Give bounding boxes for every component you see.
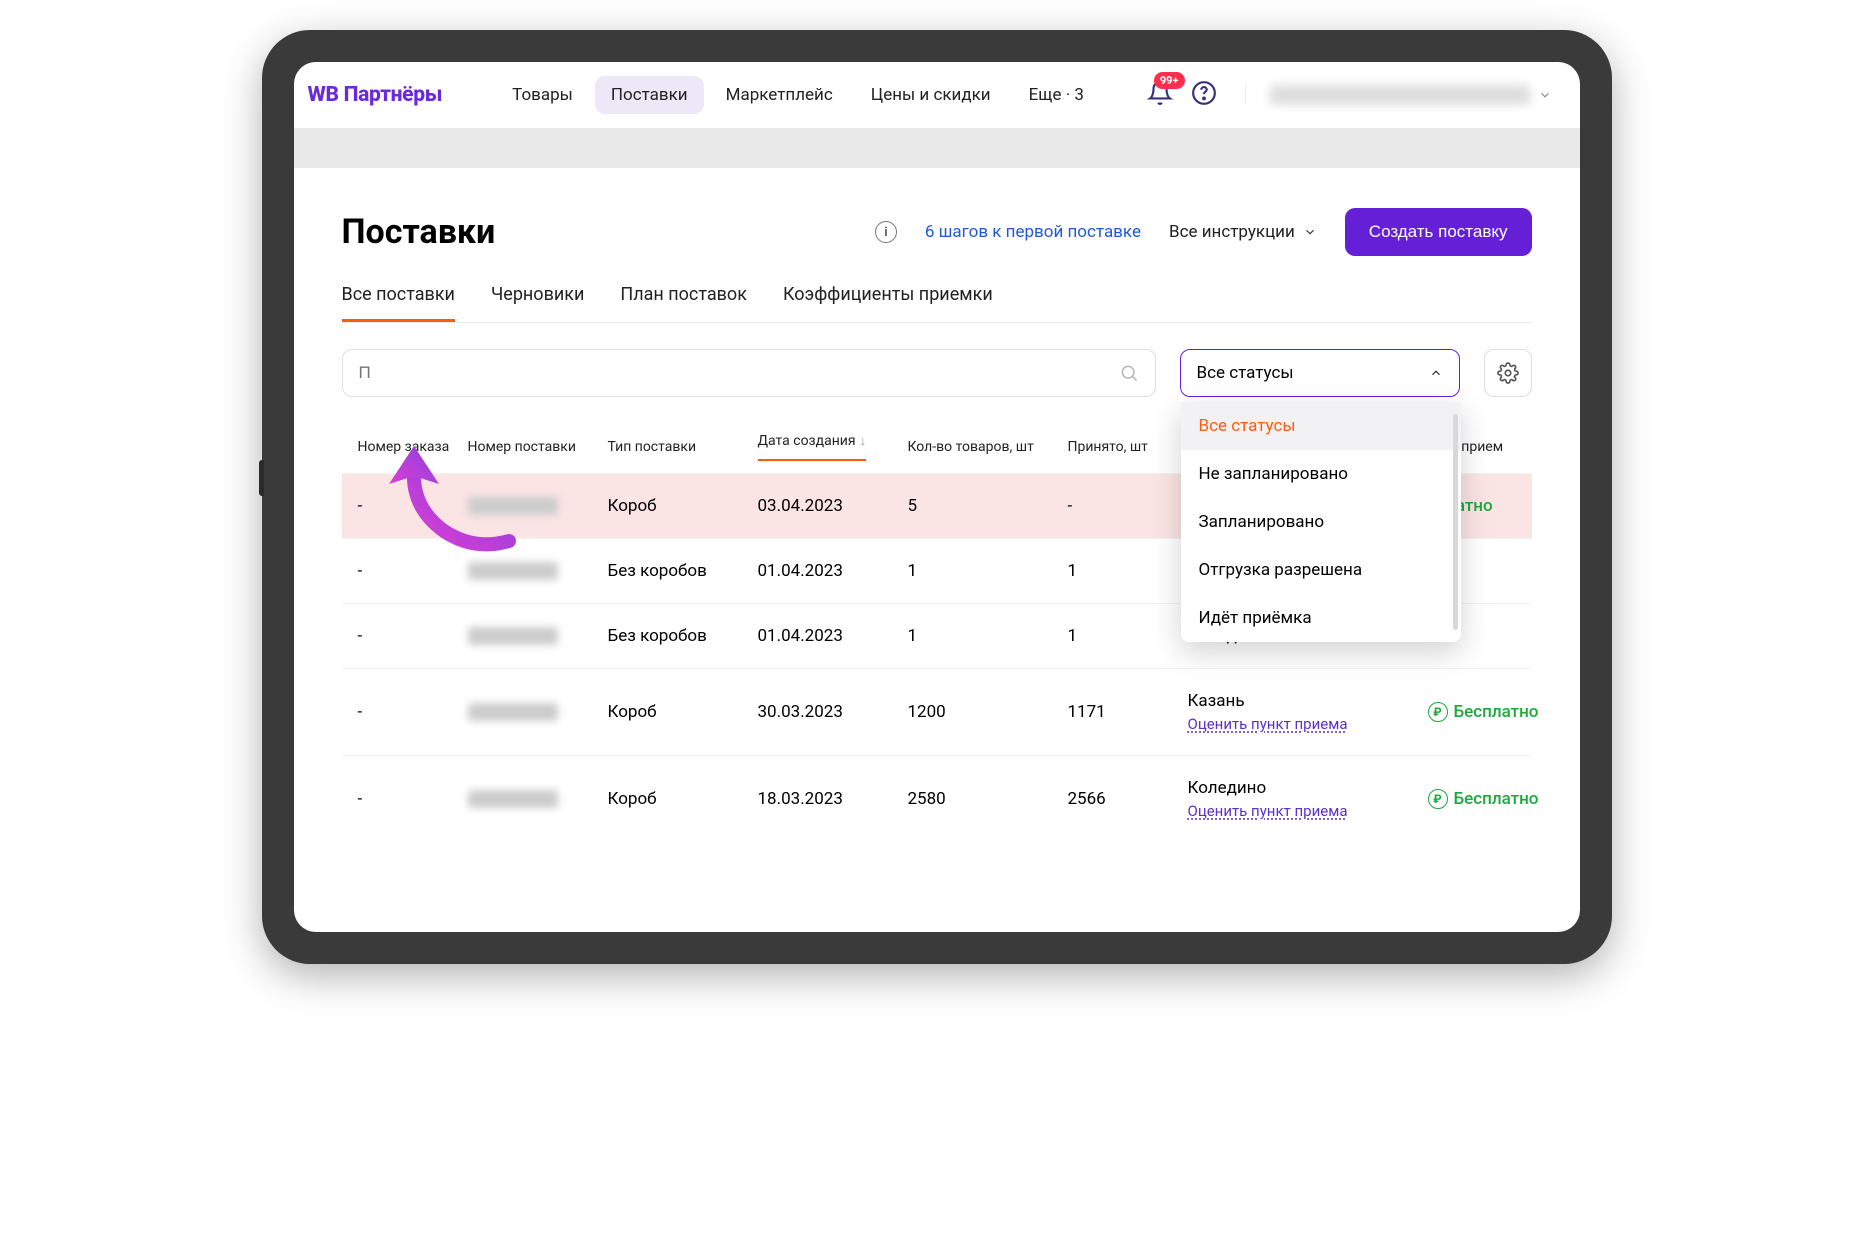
col-qty[interactable]: Кол-во товаров, шт xyxy=(908,433,1068,461)
col-supply-number[interactable]: Номер поставки xyxy=(468,433,608,461)
gear-icon xyxy=(1497,362,1519,384)
dd-option-receiving[interactable]: Идёт приёмка xyxy=(1181,594,1461,642)
col-created-date[interactable]: Дата создания ↓ xyxy=(758,433,867,461)
table-row[interactable]: - Короб 30.03.2023 1200 1171 Казань Оцен… xyxy=(342,668,1532,755)
cell-location: Коледино Оценить пункт приема xyxy=(1188,778,1428,820)
sort-arrow-down-icon: ↓ xyxy=(860,433,867,449)
dd-option-all[interactable]: Все статусы xyxy=(1181,402,1461,450)
cell-accepted: - xyxy=(1068,496,1188,516)
cell-coef: ₽ Бесплатно xyxy=(1428,789,1568,809)
dropdown-scrollbar[interactable] xyxy=(1453,414,1458,630)
user-menu[interactable] xyxy=(1245,85,1552,105)
tab-all-supplies[interactable]: Все поставки xyxy=(342,284,455,322)
cell-accepted: 1171 xyxy=(1068,702,1188,722)
notifications-badge: 99+ xyxy=(1154,72,1185,89)
rate-point-link[interactable]: Оценить пункт приема xyxy=(1188,715,1428,733)
notifications-button[interactable]: 99+ xyxy=(1147,80,1173,110)
cell-order: - xyxy=(358,789,468,809)
cell-order: - xyxy=(358,702,468,722)
cell-type: Короб xyxy=(608,702,758,722)
cell-qty: 5 xyxy=(908,496,1068,516)
col-accepted[interactable]: Принято, шт xyxy=(1068,433,1188,461)
nav-links: Товары Поставки Маркетплейс Цены и скидк… xyxy=(496,76,1100,114)
cell-qty: 1 xyxy=(908,561,1068,581)
nav-item-more[interactable]: Еще · 3 xyxy=(1013,76,1100,114)
ruble-icon: ₽ xyxy=(1428,789,1448,809)
col-order-number[interactable]: Номер заказа xyxy=(358,433,468,461)
cell-qty: 2580 xyxy=(908,789,1068,809)
dd-option-not-planned[interactable]: Не запланировано xyxy=(1181,450,1461,498)
cell-type: Короб xyxy=(608,496,758,516)
gray-strip xyxy=(294,128,1580,168)
cell-type: Без коробов xyxy=(608,626,758,646)
dd-option-planned[interactable]: Запланировано xyxy=(1181,498,1461,546)
cell-type: Без коробов xyxy=(608,561,758,581)
create-supply-button[interactable]: Создать поставку xyxy=(1345,208,1532,256)
app-screen: WB Партнёры Товары Поставки Маркетплейс … xyxy=(294,62,1580,932)
cell-accepted: 1 xyxy=(1068,561,1188,581)
search-input[interactable] xyxy=(359,363,1119,383)
cell-order: - xyxy=(358,496,468,516)
col-supply-type[interactable]: Тип поставки xyxy=(608,433,758,461)
cell-date: 30.03.2023 xyxy=(758,702,908,722)
tablet-frame: WB Партнёры Товары Поставки Маркетплейс … xyxy=(262,30,1612,964)
nav-item-marketplace[interactable]: Маркетплейс xyxy=(710,76,849,114)
cell-coef: ₽ Бесплатно xyxy=(1428,702,1568,722)
cell-date: 03.04.2023 xyxy=(758,496,908,516)
cell-supply-blurred xyxy=(468,627,558,645)
chevron-up-icon xyxy=(1429,366,1443,380)
instructions-link[interactable]: Все инструкции xyxy=(1169,222,1317,242)
help-icon xyxy=(1191,80,1217,106)
table-row[interactable]: - Короб 18.03.2023 2580 2566 Коледино Оц… xyxy=(342,755,1532,842)
cell-supply-blurred xyxy=(468,497,558,515)
cell-order: - xyxy=(358,626,468,646)
cell-qty: 1 xyxy=(908,626,1068,646)
logo: WB Партнёры xyxy=(308,83,443,107)
info-icon[interactable]: i xyxy=(875,221,897,243)
page-body: Поставки i 6 шагов к первой поставке Все… xyxy=(294,168,1580,842)
dd-option-allowed[interactable]: Отгрузка разрешена xyxy=(1181,546,1461,594)
rate-point-link[interactable]: Оценить пункт приема xyxy=(1188,802,1428,820)
nav-item-supplies[interactable]: Поставки xyxy=(595,76,704,114)
cell-date: 01.04.2023 xyxy=(758,561,908,581)
subtabs: Все поставки Черновики План поставок Коэ… xyxy=(342,284,1532,323)
ruble-icon: ₽ xyxy=(1428,702,1448,722)
page-title: Поставки xyxy=(342,212,496,252)
cell-type: Короб xyxy=(608,789,758,809)
cell-supply-blurred xyxy=(468,790,558,808)
cell-date: 18.03.2023 xyxy=(758,789,908,809)
tablet-side-button xyxy=(259,460,264,496)
controls-row: Все статусы Все статусы Не запланировано… xyxy=(342,349,1532,397)
nav-item-prices[interactable]: Цены и скидки xyxy=(855,76,1007,114)
top-nav: WB Партнёры Товары Поставки Маркетплейс … xyxy=(294,62,1580,128)
cell-order: - xyxy=(358,561,468,581)
tab-plan[interactable]: План поставок xyxy=(620,284,747,322)
cell-supply-blurred xyxy=(468,562,558,580)
instructions-label: Все инструкции xyxy=(1169,222,1295,242)
table-settings-button[interactable] xyxy=(1484,349,1532,397)
search-input-wrap[interactable] xyxy=(342,349,1156,397)
search-icon xyxy=(1119,363,1139,383)
cell-accepted: 2566 xyxy=(1068,789,1188,809)
cell-location: Казань Оценить пункт приема xyxy=(1188,691,1428,733)
tab-coefficients[interactable]: Коэффициенты приемки xyxy=(783,284,993,322)
cell-accepted: 1 xyxy=(1068,626,1188,646)
cell-date: 01.04.2023 xyxy=(758,626,908,646)
status-dropdown: Все статусы Не запланировано Запланирова… xyxy=(1181,402,1461,642)
chevron-down-icon xyxy=(1303,225,1317,239)
chevron-down-icon xyxy=(1538,88,1552,102)
nav-item-goods[interactable]: Товары xyxy=(496,76,589,114)
status-filter-label: Все статусы xyxy=(1197,363,1294,383)
cell-supply-blurred xyxy=(468,703,558,721)
status-filter-select[interactable]: Все статусы Все статусы Не запланировано… xyxy=(1180,349,1460,397)
cell-qty: 1200 xyxy=(908,702,1068,722)
col-created-date-label: Дата создания xyxy=(758,433,856,449)
tab-drafts[interactable]: Черновики xyxy=(491,284,584,322)
page-header: Поставки i 6 шагов к первой поставке Все… xyxy=(342,208,1532,256)
steps-link[interactable]: 6 шагов к первой поставке xyxy=(925,222,1141,242)
help-button[interactable] xyxy=(1191,80,1217,110)
user-name-blurred xyxy=(1270,85,1530,105)
